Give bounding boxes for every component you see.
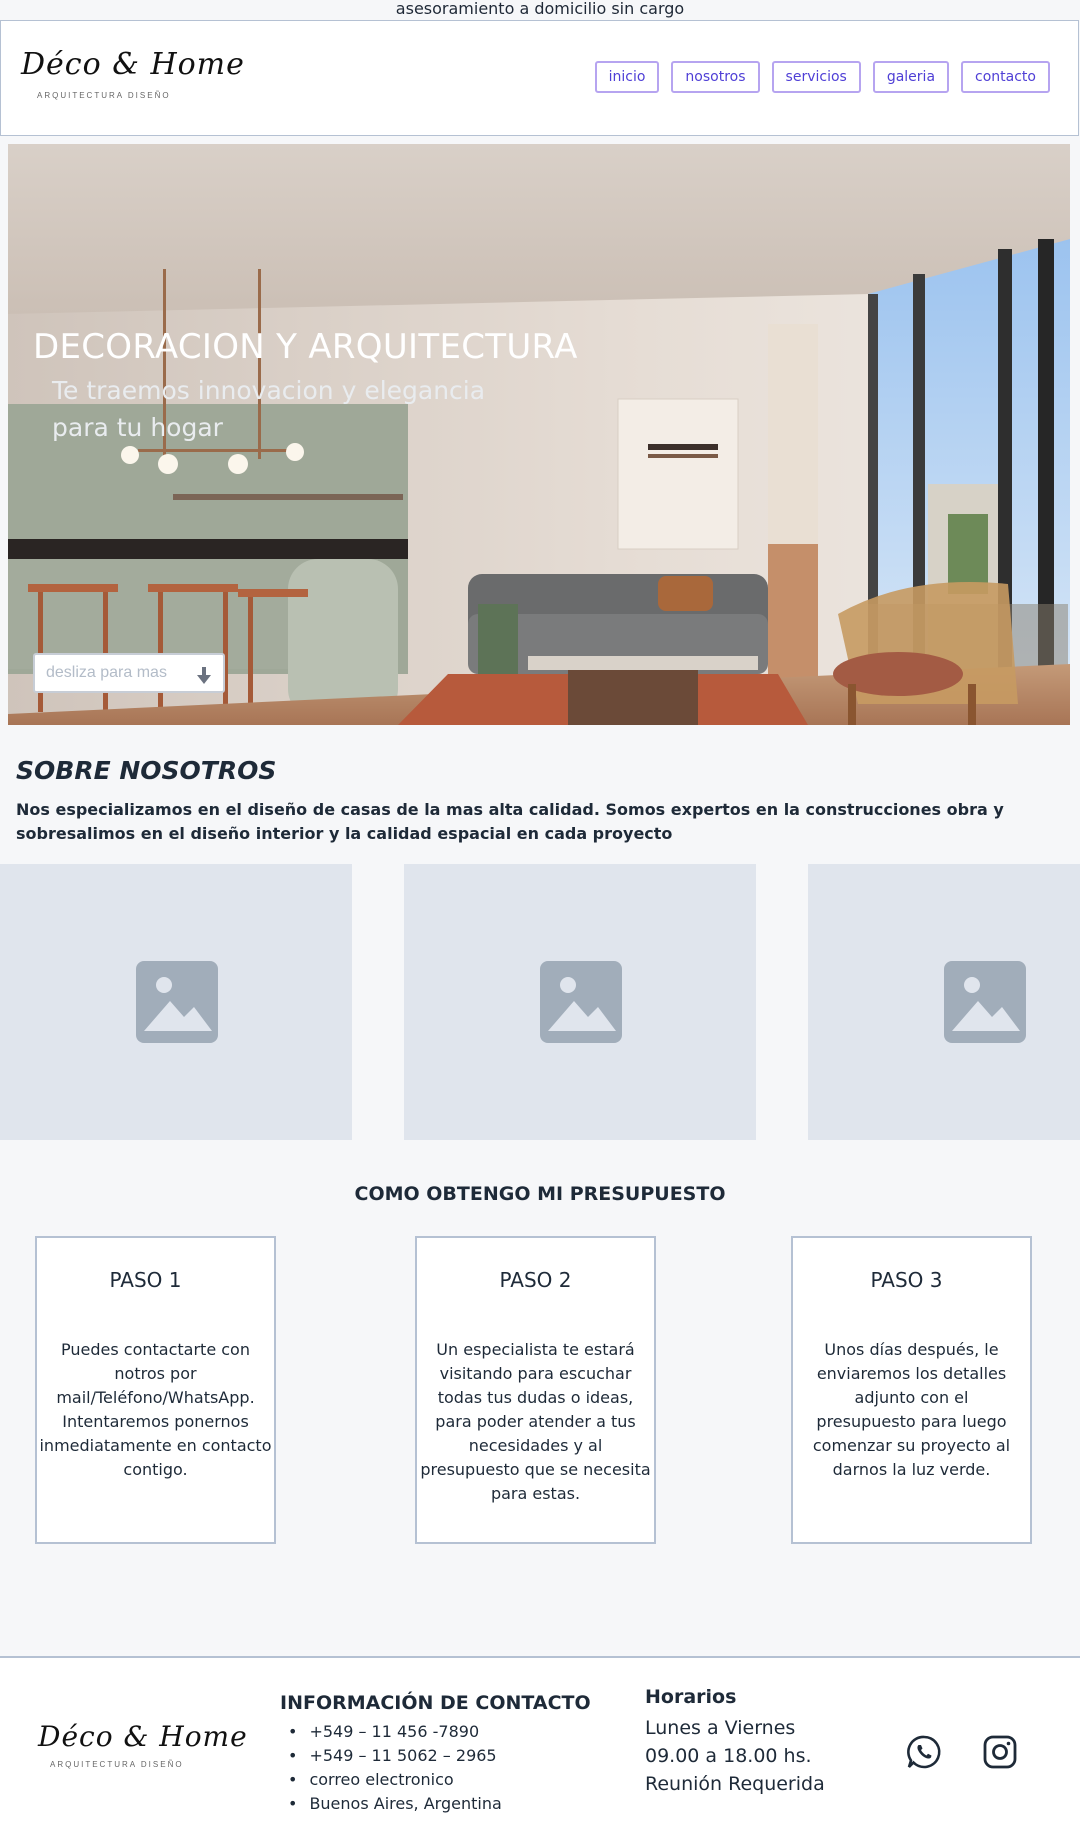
- nav-contacto[interactable]: contacto: [961, 61, 1050, 93]
- hero-title: DECORACION Y ARQUITECTURA: [33, 327, 578, 367]
- instagram-icon[interactable]: [982, 1734, 1018, 1770]
- about-title: SOBRE NOSOTROS: [16, 756, 277, 785]
- image-placeholder: [0, 864, 352, 1140]
- steps-title: COMO OBTENGO MI PRESUPUESTO: [354, 1183, 726, 1205]
- hero-subtitle: Te traemos innovacion y elegancia para t…: [52, 376, 486, 442]
- scroll-more-label: desliza para mas: [46, 664, 167, 681]
- scroll-more-button[interactable]: desliza para mas: [33, 653, 225, 693]
- step-card-2: PASO 2 Un especialista te estará visitan…: [415, 1236, 656, 1544]
- site-header: Déco & Home ARQUITECTURA DISEÑO inicio n…: [0, 20, 1079, 136]
- contact-email[interactable]: correo electronico: [288, 1768, 502, 1792]
- step-text: Puedes contactarte con notros por mail/T…: [39, 1340, 272, 1479]
- logo-tagline: ARQUITECTURA DISEÑO: [37, 91, 171, 100]
- site-footer: Déco & Home ARQUITECTURA DISEÑO INFORMAC…: [0, 1656, 1080, 1844]
- nav-galeria[interactable]: galeria: [872, 61, 950, 93]
- arrow-down-icon: [197, 667, 211, 684]
- whatsapp-icon[interactable]: [906, 1734, 942, 1770]
- logo[interactable]: Déco & Home ARQUITECTURA DISEÑO: [21, 47, 244, 107]
- step-heading: PASO 2: [499, 1268, 572, 1292]
- nav-inicio[interactable]: inicio: [594, 61, 660, 93]
- hours-text: Lunes a Viernes 09.00 a 18.00 hs. Reunió…: [645, 1717, 825, 1795]
- main-nav: inicio nosotros servicios galeria contac…: [594, 61, 1050, 93]
- step-card-1: PASO 1 Puedes contactarte con notros por…: [35, 1236, 276, 1544]
- step-text: Unos días después, le enviaremos los det…: [812, 1340, 1011, 1479]
- nav-servicios[interactable]: servicios: [771, 61, 861, 93]
- nav-nosotros[interactable]: nosotros: [671, 61, 760, 93]
- about-text: Nos especializamos en el diseño de casas…: [16, 800, 1004, 843]
- image-placeholder-icon: [944, 961, 1026, 1043]
- logo-script: Déco & Home: [38, 1720, 248, 1753]
- promo-text: asesoramiento a domicilio sin cargo: [395, 0, 685, 18]
- hours-title: Horarios: [645, 1686, 737, 1708]
- contact-phone-1[interactable]: +549 – 11 456 -7890: [288, 1720, 502, 1744]
- contact-phone-2[interactable]: +549 – 11 5062 – 2965: [288, 1744, 502, 1768]
- contact-title: INFORMACIÓN DE CONTACTO: [280, 1692, 591, 1714]
- image-placeholder: [404, 864, 756, 1140]
- step-card-3: PASO 3 Unos días después, le enviaremos …: [791, 1236, 1032, 1544]
- step-heading: PASO 3: [870, 1268, 943, 1292]
- image-placeholder-icon: [540, 961, 622, 1043]
- image-placeholder-icon: [136, 961, 218, 1043]
- contact-list: +549 – 11 456 -7890 +549 – 11 5062 – 296…: [288, 1720, 502, 1816]
- contact-location: Buenos Aires, Argentina: [288, 1792, 501, 1816]
- step-text: Un especialista te estará visitando para…: [420, 1340, 651, 1503]
- hero-banner: DECORACION Y ARQUITECTURA Te traemos inn…: [8, 144, 1070, 725]
- promo-bar: asesoramiento a domicilio sin cargo: [0, 0, 1080, 20]
- logo-script: Déco & Home: [21, 47, 245, 82]
- step-heading: PASO 1: [109, 1268, 182, 1292]
- logo-tagline: ARQUITECTURA DISEÑO: [50, 1760, 184, 1769]
- image-placeholder: [808, 864, 1080, 1140]
- footer-logo[interactable]: Déco & Home ARQUITECTURA DISEÑO: [38, 1720, 247, 1780]
